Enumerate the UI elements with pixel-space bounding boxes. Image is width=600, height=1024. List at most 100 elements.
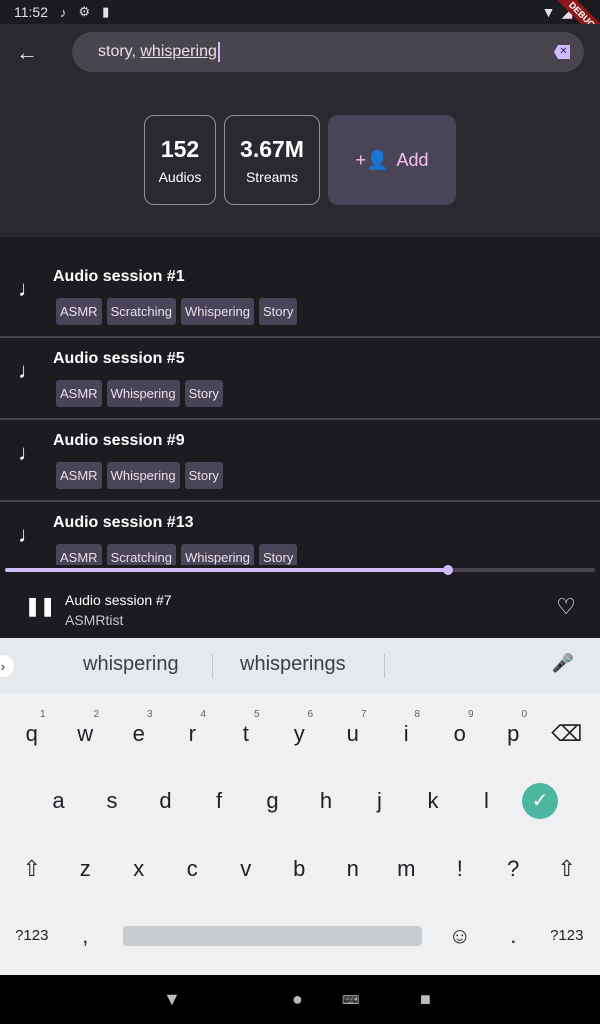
key-label: g [266, 788, 279, 813]
emoji-icon[interactable]: ☺ [433, 906, 487, 966]
key-x[interactable]: x [112, 839, 166, 899]
space-bar[interactable] [123, 926, 422, 946]
microphone-icon[interactable]: 🎤 [552, 653, 574, 674]
home-circle-icon[interactable]: ● [292, 989, 303, 1010]
search-input[interactable]: story, whispering ✕ [72, 32, 584, 72]
clear-text-icon[interactable]: ✕ [554, 45, 570, 59]
key-n[interactable]: n [326, 839, 380, 899]
symbols-key[interactable]: ?123 [540, 906, 594, 966]
expand-chevron-icon[interactable]: › [0, 655, 14, 677]
tag-chip: ASMR [56, 462, 102, 489]
key-exclamation[interactable]: ! [433, 839, 487, 899]
keyboard-switch-icon[interactable]: ⌨ [342, 993, 359, 1007]
suggestion[interactable]: whisperings [240, 653, 346, 676]
key-label: x [133, 856, 145, 881]
recents-square-icon[interactable]: ■ [420, 989, 431, 1010]
shift-icon[interactable]: ⇧ [5, 839, 59, 899]
key-d[interactable]: d [139, 771, 193, 831]
audios-stat: 152 Audios [144, 115, 216, 205]
back-arrow-icon[interactable]: ← [16, 40, 38, 66]
key-m[interactable]: m [380, 839, 434, 899]
key-w[interactable]: w2 [59, 704, 113, 764]
session-row[interactable]: ♩ Audio session #1 ASMR Scratching Whisperin… [0, 256, 600, 338]
key-y[interactable]: y6 [273, 704, 327, 764]
tag-chip: Whispering [180, 298, 255, 325]
key-q[interactable]: q1 [5, 704, 59, 764]
tag-chip: Scratching [106, 544, 176, 565]
enter-key[interactable]: ✓ [513, 771, 567, 831]
back-triangle-icon[interactable]: ▼ [163, 989, 181, 1010]
session-list[interactable]: ♩ Audio session #1 ASMR Scratching Whisperin… [0, 237, 600, 565]
progress-thumb[interactable] [442, 565, 453, 575]
key-label: w [77, 721, 94, 746]
divider [384, 654, 385, 678]
key-c[interactable]: c [166, 839, 220, 899]
key-label: a [52, 788, 65, 813]
tag-list: ASMR Whispering Story [56, 380, 223, 407]
period-key[interactable]: . [487, 906, 541, 966]
sd-card-icon: ▮ [102, 4, 110, 19]
comma-key[interactable]: , [59, 906, 113, 966]
key-label: z [79, 856, 91, 881]
person-add-icon: +👤 [355, 149, 389, 170]
key-label: h [319, 788, 333, 813]
key-hint: 3 [146, 709, 153, 720]
search-text: story, [98, 43, 141, 60]
add-button[interactable]: +👤 Add [328, 115, 456, 205]
mini-player[interactable]: ❚❚ Audio session #7 ASMRtist ♡ [0, 580, 600, 638]
key-v[interactable]: v [219, 839, 273, 899]
tag-list: ASMR Whispering Story [56, 462, 223, 489]
key-hint: 6 [307, 709, 313, 720]
heart-icon[interactable]: ♡ [556, 594, 576, 620]
music-note-icon: ♪ [60, 4, 67, 20]
key-u[interactable]: u7 [326, 704, 380, 764]
key-g[interactable]: g [246, 771, 300, 831]
key-f[interactable]: f [192, 771, 246, 831]
shift-icon[interactable]: ⇧ [540, 839, 594, 899]
playback-progress-slider[interactable] [5, 565, 595, 575]
key-z[interactable]: z [59, 839, 113, 899]
symbols-key[interactable]: ?123 [5, 906, 59, 966]
tag-chip: Story [184, 462, 223, 489]
key-label: e [132, 721, 145, 746]
key-e[interactable]: e3 [112, 704, 166, 764]
key-s[interactable]: s [85, 771, 139, 831]
clock: 11:52 [14, 4, 48, 20]
key-label: s [106, 788, 118, 813]
key-label: v [240, 856, 252, 881]
session-row[interactable]: ♩ Audio session #9 ASMR Whispering Story [0, 420, 600, 502]
key-p[interactable]: p0 [487, 704, 541, 764]
session-row[interactable]: ♩ Audio session #5 ASMR Whispering Story [0, 338, 600, 420]
gear-icon: ⚙ [78, 4, 91, 19]
tag-chip: Scratching [106, 298, 176, 325]
pause-icon[interactable]: ❚❚ [25, 596, 55, 617]
check-icon: ✓ [522, 783, 558, 819]
key-label: ! [456, 856, 463, 881]
key-i[interactable]: i8 [380, 704, 434, 764]
tag-chip: Whispering [106, 462, 180, 489]
suggestion[interactable]: whispering [83, 653, 179, 676]
key-k[interactable]: k [406, 771, 460, 831]
key-question[interactable]: ? [487, 839, 541, 899]
session-title: Audio session #1 [53, 268, 185, 285]
key-t[interactable]: t5 [219, 704, 273, 764]
key-r[interactable]: r4 [166, 704, 220, 764]
player-artist: ASMRtist [65, 612, 124, 628]
session-row[interactable]: ♩ Audio session #13 ASMR Scratching Whisperi… [0, 502, 600, 565]
music-note-icon: ♩ [18, 358, 40, 383]
key-label: k [427, 788, 439, 813]
key-label: l [484, 788, 489, 813]
key-b[interactable]: b [273, 839, 327, 899]
backspace-icon[interactable]: ⌫ [540, 704, 594, 764]
key-l[interactable]: l [460, 771, 514, 831]
key-hint: 4 [200, 709, 206, 720]
key-h[interactable]: h [299, 771, 353, 831]
key-o[interactable]: o9 [433, 704, 487, 764]
key-label: f [215, 788, 223, 813]
key-j[interactable]: j [353, 771, 407, 831]
key-hint: 5 [253, 709, 260, 720]
key-label: ? [507, 856, 520, 881]
key-label: r [188, 721, 196, 746]
key-a[interactable]: a [32, 771, 86, 831]
key-hint: 9 [467, 709, 474, 720]
